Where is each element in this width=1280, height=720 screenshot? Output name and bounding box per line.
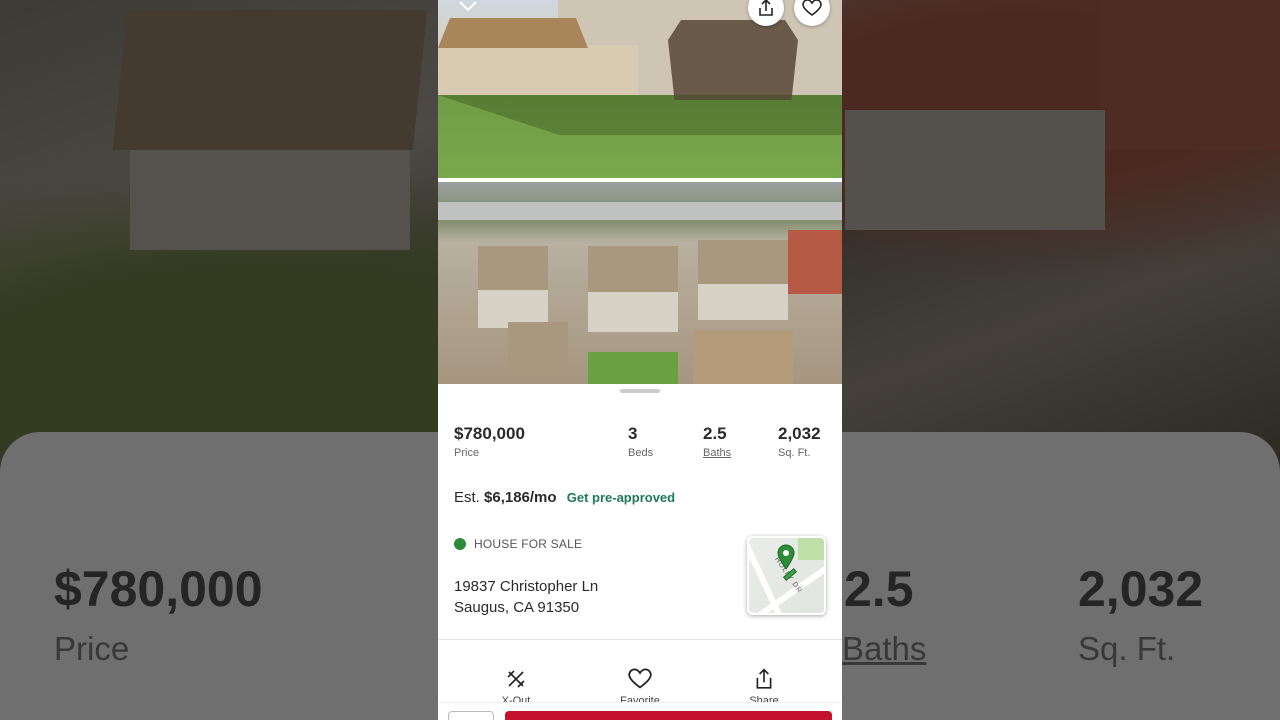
- photo-roof: [508, 322, 568, 372]
- beds-label: Beds: [628, 447, 654, 459]
- est-monthly: $6,186/mo: [484, 489, 557, 506]
- background-price: $780,000: [54, 561, 263, 617]
- secondary-button[interactable]: [448, 711, 494, 720]
- video-frame: $780,000 Price 2.5 Baths 2,032 Sq. Ft. $…: [0, 0, 1280, 720]
- map-pin-icon: [777, 544, 795, 570]
- address: 19837 Christopher Ln Saugus, CA 91350: [454, 576, 598, 618]
- beds-value: 3: [628, 424, 638, 443]
- listing-photo-aerial[interactable]: [438, 182, 842, 384]
- photo-roof: [438, 18, 588, 48]
- photo-roof: [588, 246, 678, 292]
- price-label: Price: [454, 447, 480, 459]
- background-price-label: Price: [54, 630, 130, 667]
- address-line-2: Saugus, CA 91350: [454, 599, 580, 616]
- listing-status: HOUSE FOR SALE: [454, 537, 582, 551]
- xout-button[interactable]: X-Out: [476, 667, 556, 707]
- photo-wall: [438, 45, 638, 95]
- background-wall: [130, 150, 410, 250]
- photo-shade: [438, 95, 842, 135]
- map-thumbnail[interactable]: HOLLY DR: [747, 536, 826, 615]
- photo-yard: [588, 352, 678, 384]
- sqft-label: Sq. Ft.: [778, 447, 811, 459]
- status-text: HOUSE FOR SALE: [474, 537, 583, 551]
- share-icon: [724, 667, 804, 691]
- x-out-icon: [476, 667, 556, 691]
- price-value: $780,000: [454, 424, 525, 443]
- price-stat: $780,000 Price: [454, 424, 525, 459]
- photo-red-roof: [788, 230, 842, 294]
- background-baths: 2.5: [844, 561, 914, 617]
- photo-roof: [478, 246, 548, 290]
- divider: [438, 639, 842, 640]
- baths-value: 2.5: [703, 424, 727, 443]
- heart-icon: [600, 667, 680, 691]
- map-park: [798, 538, 824, 560]
- bottom-action-bar: [438, 702, 842, 720]
- background-baths-label: Baths: [842, 630, 927, 667]
- favorite-button[interactable]: Favorite: [600, 667, 680, 707]
- primary-cta-button[interactable]: [505, 711, 832, 720]
- photo-house-wall: [698, 284, 788, 320]
- photo-dirt-yard: [693, 330, 793, 384]
- listing-photo-backyard[interactable]: [438, 0, 842, 178]
- photo-gazebo: [668, 20, 798, 100]
- baths-link[interactable]: Baths: [703, 447, 731, 459]
- listing-details-sheet: $780,000 Price 3 Beds 2.5 Baths 2,032 Sq…: [438, 384, 842, 720]
- beds-stat: 3 Beds: [628, 424, 653, 459]
- photo-roof: [698, 240, 788, 284]
- photo-street: [438, 202, 842, 220]
- photo-house-wall: [588, 292, 678, 332]
- baths-stat[interactable]: 2.5 Baths: [703, 424, 731, 459]
- background-roof: [112, 10, 428, 150]
- sheet-drag-handle[interactable]: [620, 389, 660, 393]
- share-button[interactable]: Share: [724, 667, 804, 707]
- sqft-stat: 2,032 Sq. Ft.: [778, 424, 821, 459]
- background-sqft-label: Sq. Ft.: [1078, 630, 1176, 667]
- get-preapproved-link[interactable]: Get pre-approved: [567, 490, 675, 505]
- address-line-1: 19837 Christopher Ln: [454, 578, 599, 595]
- background-wall-right: [845, 110, 1105, 230]
- background-sqft: 2,032: [1078, 561, 1204, 617]
- estimated-payment: Est. $6,186/mo Get pre-approved: [454, 489, 675, 506]
- status-dot: [454, 538, 466, 550]
- sqft-value: 2,032: [778, 424, 821, 443]
- est-prefix: Est.: [454, 489, 480, 506]
- background-roof-red: [1100, 0, 1280, 150]
- phone-screen: $780,000 Price 3 Beds 2.5 Baths 2,032 Sq…: [438, 0, 842, 720]
- chevron-down-icon[interactable]: [456, 0, 480, 16]
